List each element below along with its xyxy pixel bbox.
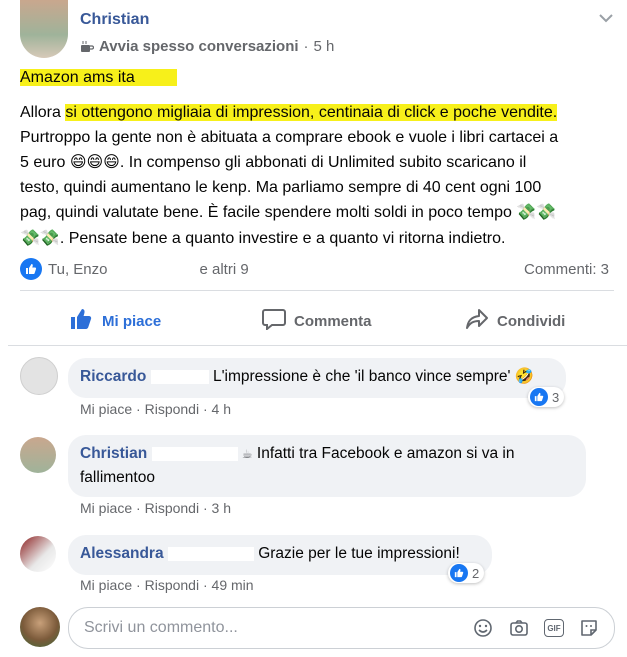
emoji-smile-icon[interactable] (472, 617, 494, 639)
like-button[interactable]: Mi piace (70, 308, 161, 334)
like-reaction-icon (20, 258, 42, 280)
comment-text: L'impressione è che 'il banco vince semp… (212, 368, 511, 385)
share-button[interactable]: Condividi (465, 308, 565, 334)
post-body-line-3: 5 euro 😄😄😄. In compenso gli abbonati di … (20, 152, 527, 171)
reactions-by-suffix: e altri 9 (199, 260, 249, 278)
comment-reply-link[interactable]: Rispondi (145, 401, 199, 417)
comment-author[interactable]: Christian (80, 445, 147, 462)
comment-text-line-2: fallimentoo (80, 469, 155, 486)
comment-author[interactable]: Riccardo (80, 368, 146, 385)
comment-reaction-count[interactable]: 2 (448, 563, 485, 583)
comment-button[interactable]: Commenta (262, 308, 372, 334)
thumbs-up-icon (70, 308, 94, 334)
post-title: Amazon ams ita (20, 66, 177, 91)
comments-count[interactable]: Commenti: 3 (524, 261, 609, 278)
money-wings-emoji-icon: 💸💸 (20, 227, 60, 247)
comment-actions: Mi piace · Rispondi · 4 h (80, 401, 231, 417)
comment-timestamp[interactable]: 4 h (212, 401, 231, 417)
money-wings-emoji-icon: 💸💸 (516, 202, 557, 221)
coffee-icon: ☕ (241, 447, 253, 461)
rofl-emoji-icon: 🤣 (514, 367, 535, 385)
camera-icon[interactable] (508, 617, 530, 639)
sticker-icon[interactable] (578, 617, 600, 639)
comment-like-link[interactable]: Mi piace (80, 401, 132, 417)
meta-separator: · (303, 38, 309, 55)
comment-avatar[interactable] (20, 536, 56, 572)
comment-bubble: Christian ☕ Infatti tra Facebook e amazo… (68, 435, 586, 497)
comment-avatar[interactable] (20, 437, 56, 473)
comment-author[interactable]: Alessandra (80, 545, 164, 562)
comment-line-1: Christian ☕ Infatti tra Facebook e amazo… (80, 442, 574, 466)
post-options-chevron-icon[interactable] (598, 11, 614, 23)
post-body: Allora si ottengono migliaia di impressi… (20, 101, 620, 251)
post-meta: Avvia spesso conversazioni · 5 h (80, 38, 334, 55)
comment-like-link[interactable]: Mi piace (80, 577, 132, 593)
comment-actions: Mi piace · Rispondi · 3 h (80, 500, 231, 516)
comment-actions: Mi piace · Rispondi · 49 min (80, 577, 254, 593)
redacted-name (151, 446, 238, 461)
gif-icon[interactable]: GIF (544, 619, 564, 637)
comment-text: Grazie per le tue impressioni! (258, 545, 460, 562)
reactions-by-prefix: Tu, Enzo (48, 260, 108, 278)
coffee-icon (80, 40, 95, 54)
redacted-name (167, 546, 254, 561)
post-body-line-2: Purtroppo la gente non è abituata a comp… (20, 128, 559, 146)
composer-tools: GIF (472, 617, 600, 639)
comment-timestamp[interactable]: 3 h (212, 500, 231, 516)
post-body-line-4: testo, quindi aumentano le kenp. Ma parl… (20, 178, 542, 196)
comment-bubble: Riccardo L'impressione è che 'il banco v… (68, 358, 566, 398)
comment-reply-link[interactable]: Rispondi (145, 577, 199, 593)
like-reaction-icon (450, 564, 468, 582)
share-arrow-icon (465, 308, 489, 334)
comment-avatar[interactable] (20, 357, 58, 395)
redacted-name (113, 262, 194, 276)
speech-bubble-icon (262, 308, 286, 334)
divider (20, 290, 614, 291)
divider (8, 345, 627, 346)
comment-timestamp[interactable]: 49 min (212, 577, 254, 593)
group-badge-label[interactable]: Avvia spesso conversazioni (99, 38, 299, 55)
comment-like-link[interactable]: Mi piace (80, 500, 132, 516)
comment-reaction-count[interactable]: 3 (528, 387, 565, 407)
laughing-emoji-icon: 😄😄😄 (69, 152, 120, 171)
post-body-line-6: 💸💸. Pensate bene a quanto investire e a … (20, 227, 506, 247)
post-author-avatar[interactable] (20, 0, 68, 58)
like-reaction-icon (530, 388, 548, 406)
post-author-name[interactable]: Christian (80, 11, 149, 29)
redacted-name (150, 369, 209, 384)
post-body-line-1: Allora si ottengono migliaia di impressi… (20, 104, 558, 121)
reactions-summary[interactable]: Tu, Enzo e altri 9 (20, 258, 249, 280)
post-body-line-5: pag, quindi valutate bene. È facile spen… (20, 202, 557, 221)
comment-input[interactable]: Scrivi un commento... GIF (68, 607, 615, 649)
comment-input-placeholder: Scrivi un commento... (84, 619, 238, 636)
comment-bubble: Alessandra Grazie per le tue impressioni… (68, 535, 492, 575)
comment-text: Infatti tra Facebook e amazon si va in (256, 445, 515, 462)
current-user-avatar[interactable] (20, 607, 60, 647)
post-timestamp[interactable]: 5 h (314, 38, 335, 55)
comment-reply-link[interactable]: Rispondi (145, 500, 199, 516)
